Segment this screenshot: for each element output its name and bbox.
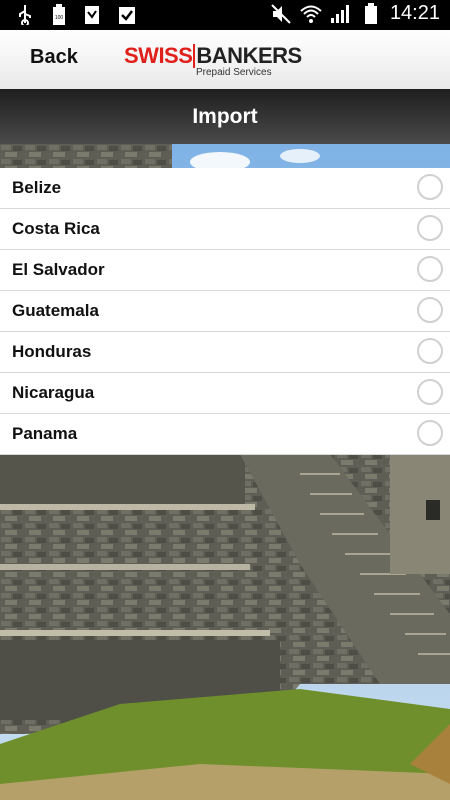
status-time: 14:21 <box>389 2 440 24</box>
list-item[interactable]: Nicaragua <box>0 373 450 414</box>
radio-button[interactable] <box>417 256 443 282</box>
signal-icon <box>330 3 352 25</box>
country-list: Belize Costa Rica El Salvador Guatemala … <box>0 168 450 455</box>
country-label: Honduras <box>12 342 92 361</box>
app-header: Back SWISS BANKERS Prepaid Services <box>0 30 450 90</box>
logo-swiss-text: SWISS <box>124 43 193 68</box>
logo-bankers-text: BANKERS <box>196 43 302 68</box>
clipboard-check-icon <box>116 4 138 26</box>
list-item[interactable]: Honduras <box>0 332 450 373</box>
country-label: Guatemala <box>12 301 99 320</box>
list-item[interactable]: Costa Rica <box>0 209 450 250</box>
swiss-bankers-logo: SWISS BANKERS Prepaid Services <box>124 44 324 84</box>
country-label: El Salvador <box>12 260 105 279</box>
list-item[interactable]: El Salvador <box>0 250 450 291</box>
usb-icon <box>14 4 36 26</box>
mute-icon <box>270 3 292 25</box>
radio-button[interactable] <box>417 174 443 200</box>
wifi-icon <box>300 3 322 25</box>
radio-button[interactable] <box>417 338 443 364</box>
battery-icon <box>360 2 382 25</box>
list-item[interactable]: Panama <box>0 414 450 455</box>
svg-text:100: 100 <box>55 15 64 21</box>
list-item[interactable]: Belize <box>0 168 450 209</box>
country-label: Nicaragua <box>12 383 95 402</box>
radio-button[interactable] <box>417 379 443 405</box>
page-title: Import <box>192 105 258 128</box>
radio-button[interactable] <box>417 297 443 323</box>
country-label: Panama <box>12 424 78 443</box>
radio-button[interactable] <box>417 420 443 446</box>
country-label: Costa Rica <box>12 219 100 238</box>
battery-100-icon: 100 <box>48 4 70 26</box>
title-bar: Import <box>0 89 450 144</box>
status-bar: 100 14:21 <box>0 0 450 30</box>
country-label: Belize <box>12 178 62 197</box>
logo-subtitle: Prepaid Services <box>196 67 272 78</box>
list-item[interactable]: Guatemala <box>0 291 450 332</box>
back-button[interactable]: Back <box>30 46 78 69</box>
radio-button[interactable] <box>417 215 443 241</box>
image-icon <box>82 4 104 26</box>
